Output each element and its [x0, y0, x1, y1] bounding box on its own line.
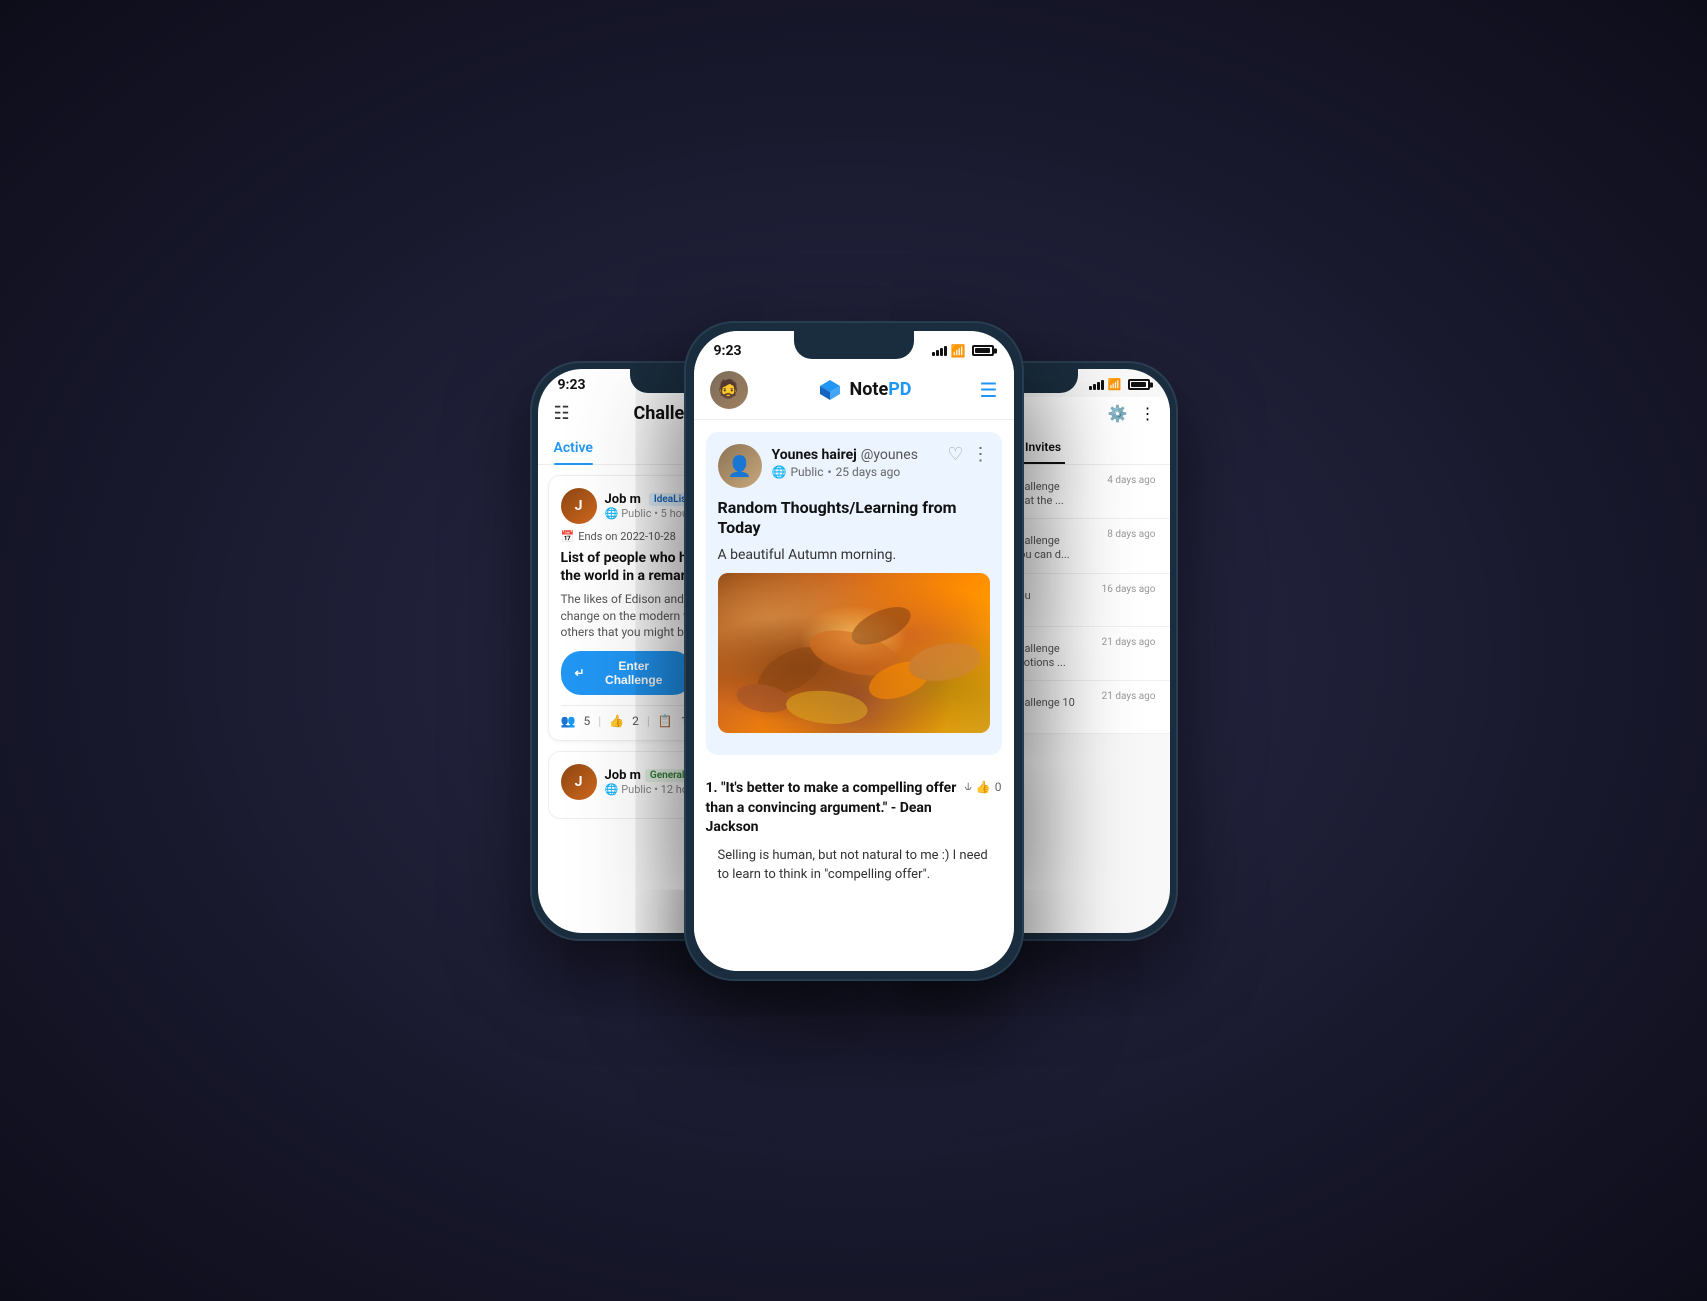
center-status-icons: 📶 — [932, 344, 994, 358]
quote-body: Selling is human, but not natural to me … — [706, 846, 1002, 885]
stat-divider-2: | — [647, 714, 650, 728]
csb4 — [944, 346, 947, 356]
center-phone-screen: 9:23 📶 — [694, 331, 1014, 971]
center-phone: 9:23 📶 — [684, 321, 1024, 981]
members-icon: 👥 — [561, 714, 576, 728]
post-time: 25 days ago — [836, 465, 901, 479]
likes-stat-icon: 👍 — [609, 714, 624, 728]
heart-icon[interactable]: ♡ — [947, 444, 963, 465]
center-wifi-icon: 📶 — [951, 344, 966, 358]
branch-icon[interactable]: ⫝ — [965, 779, 972, 794]
center-signal-bars — [932, 346, 947, 356]
rsb4 — [1101, 380, 1104, 390]
csb3 — [940, 348, 943, 356]
tab-active[interactable]: Active — [554, 432, 593, 464]
globe-symbol-2: 🌐 — [605, 783, 619, 796]
logo-icon — [816, 376, 844, 404]
post-username-row: Younes hairej @younes — [772, 444, 938, 463]
challenge-avatar-2: J — [561, 764, 597, 800]
logo-text: NotePD — [850, 379, 912, 400]
challenge-username-1: Job m — [605, 492, 641, 507]
post-meta: 🌐 Public • 25 days ago — [772, 465, 938, 479]
more-icon[interactable]: ⋮ — [972, 444, 990, 465]
leaves-svg — [718, 573, 990, 733]
ends-text-1: Ends on 2022-10-28 — [578, 530, 676, 543]
center-battery-icon — [972, 345, 994, 356]
logo-area: NotePD — [816, 376, 912, 404]
calendar-icon-1: 📅 — [561, 530, 575, 543]
enter-icon: ↵ — [575, 666, 585, 680]
post-card: 👤 Younes hairej @younes 🌐 Public • — [706, 432, 1002, 756]
post-globe-icon: 🌐 — [772, 465, 787, 479]
enter-challenge-button[interactable]: ↵ Enter Challenge — [561, 651, 693, 695]
notif-time-4: 21 days ago — [1102, 691, 1156, 702]
quote-text: "It's better to make a compelling offer … — [706, 780, 957, 835]
post-visibility: Public — [790, 465, 823, 479]
csb2 — [936, 350, 939, 356]
stat-divider-1: | — [598, 714, 601, 728]
post-subtitle: A beautiful Autumn morning. — [718, 547, 990, 563]
quote-number-title: 1. "It's better to make a compelling off… — [706, 779, 957, 838]
rsb3 — [1097, 382, 1100, 390]
post-header: 👤 Younes hairej @younes 🌐 Public • — [718, 444, 990, 488]
globe-symbol-1: 🌐 — [605, 507, 619, 520]
right-battery-icon — [1128, 379, 1150, 390]
post-avatar: 👤 — [718, 444, 762, 488]
post-image — [718, 573, 990, 733]
enter-label: Enter Challenge — [589, 659, 679, 687]
notes-icon: 📋 — [658, 714, 673, 728]
members-count: 5 — [583, 714, 590, 728]
post-username: Younes hairej — [772, 447, 857, 463]
quote-actions: ⫝ 👍 0 — [965, 779, 1002, 794]
notif-time-2: 16 days ago — [1102, 584, 1156, 595]
center-status-time: 9:23 — [714, 343, 742, 359]
grid-icon[interactable]: ☷ — [554, 403, 570, 424]
post-actions: ♡ ⋮ — [947, 444, 989, 465]
notif-time-1: 8 days ago — [1107, 529, 1155, 540]
challenge-username-2: Job m — [605, 768, 641, 783]
logo-pd: PD — [888, 379, 911, 400]
notif-header-icons: ⚙️ ⋮ — [1108, 404, 1156, 423]
rsb1 — [1089, 386, 1092, 390]
quote-header: 1. "It's better to make a compelling off… — [706, 779, 1002, 838]
center-content: 9:23 📶 — [694, 331, 1014, 971]
app-header: 🧔 NotePD ☰ — [694, 363, 1014, 420]
challenge-avatar-1: J — [561, 488, 597, 524]
menu-icon[interactable]: ☰ — [980, 378, 998, 402]
right-status-icons: 📶 — [1089, 378, 1150, 391]
notif-time-0: 4 days ago — [1107, 475, 1155, 486]
quote-number: 1. — [706, 780, 718, 796]
header-avatar[interactable]: 🧔 — [710, 371, 748, 409]
right-wifi-icon: 📶 — [1108, 378, 1122, 391]
notif-more-icon[interactable]: ⋮ — [1140, 404, 1156, 423]
post-user-info: Younes hairej @younes 🌐 Public • 25 days… — [772, 444, 938, 479]
notif-time-3: 21 days ago — [1102, 637, 1156, 648]
right-battery-fill — [1131, 382, 1146, 387]
post-handle-text: @younes — [861, 447, 918, 463]
quote-item: 1. "It's better to make a compelling off… — [694, 767, 1014, 885]
post-dot: • — [828, 465, 832, 479]
settings-icon[interactable]: ⚙️ — [1108, 404, 1128, 423]
rsb2 — [1093, 384, 1096, 390]
left-status-time: 9:23 — [558, 377, 586, 393]
post-title: Random Thoughts/Learning from Today — [718, 498, 990, 540]
quote-count: 0 — [995, 780, 1002, 794]
csb1 — [932, 352, 935, 356]
quote-like-icon[interactable]: 👍 — [976, 780, 991, 794]
phones-container: 9:23 ☉ — [404, 301, 1304, 1001]
right-signal-bars — [1089, 380, 1104, 390]
center-notch — [794, 331, 914, 359]
likes-count: 2 — [632, 714, 639, 728]
center-battery-fill — [975, 348, 990, 353]
